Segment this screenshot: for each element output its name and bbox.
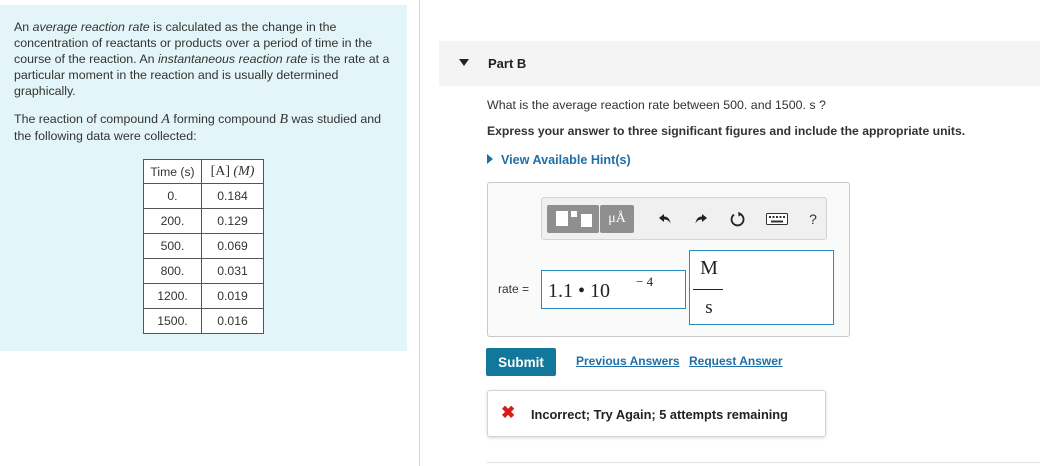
table-row: 0. 0.184 [143, 183, 264, 209]
undo-icon[interactable] [652, 205, 678, 233]
problem-intro-panel: An average reaction rate is calculated a… [0, 5, 407, 351]
table-row: 800. 0.031 [143, 258, 264, 284]
templates-button[interactable] [547, 205, 599, 233]
collapse-caret-icon[interactable] [459, 59, 469, 66]
time-cell: 1200. [143, 283, 202, 309]
redo-icon[interactable] [688, 205, 714, 233]
template-block-icon [556, 211, 568, 226]
request-answer-link[interactable]: Request Answer [689, 354, 783, 368]
conc-header-unit: (M) [233, 163, 255, 179]
previous-answers-link[interactable]: Previous Answers [576, 354, 680, 368]
time-cell: 0. [143, 183, 202, 209]
intro-emphasis-term: average reaction rate [32, 20, 150, 34]
table-body: 0. 0.184 200. 0.129 500. 0.069 800. 0.031 1200. 0… [143, 183, 264, 334]
time-cell: 500. [143, 233, 202, 259]
time-cell: 800. [143, 258, 202, 284]
intro-paragraph-2: The reaction of compound A forming compo… [14, 111, 394, 144]
feedback-box: ✖ Incorrect; Try Again; 5 attempts remai… [487, 390, 826, 437]
reset-icon[interactable] [725, 205, 751, 233]
intro-p2-before: The reaction of compound [14, 112, 162, 126]
rate-units-input[interactable]: M s [689, 250, 834, 325]
units-button[interactable]: μÅ [600, 205, 634, 233]
concentration-cell: 0.184 [201, 183, 264, 209]
expand-caret-icon [487, 154, 493, 164]
part-title: Part B [488, 56, 527, 71]
conc-header-symbol: [A] [210, 163, 231, 179]
compound-b-symbol: B [279, 112, 289, 127]
concentration-cell: 0.016 [201, 308, 264, 334]
fraction-bar [693, 289, 723, 290]
intro-text-run: An [14, 20, 33, 34]
rate-label: rate = [498, 282, 530, 296]
intro-p2-middle: forming compound [169, 112, 280, 126]
time-cell: 200. [143, 208, 202, 234]
unit-denominator: s [705, 297, 713, 318]
math-toolbar: μÅ ? [541, 197, 827, 240]
table-row: 1200. 0.019 [143, 283, 264, 309]
submit-button[interactable]: Submit [486, 348, 556, 376]
feedback-message: Incorrect; Try Again; 5 attempts remaini… [531, 407, 788, 422]
table-row: 500. 0.069 [143, 233, 264, 259]
intro-text: An average reaction rate is calculated a… [14, 19, 394, 156]
help-icon[interactable]: ? [800, 205, 826, 233]
concentration-cell: 0.129 [201, 208, 264, 234]
value-exponent: − 4 [636, 274, 654, 289]
answer-entry-box: μÅ ? rate = 1.1 • 10 − 4 M s [487, 182, 850, 337]
instruction-text: Express your answer to three significant… [487, 124, 966, 138]
template-block-icon-2 [581, 214, 592, 227]
compound-a-symbol: A [161, 112, 170, 127]
time-cell: 1500. [143, 308, 202, 334]
table-header-row: Time (s) [A] (M) [143, 159, 264, 184]
time-column-header: Time (s) [143, 159, 202, 184]
rate-value-input[interactable]: 1.1 • 10 − 4 [541, 270, 686, 309]
question-text: What is the average reaction rate betwee… [487, 98, 826, 112]
concentration-cell: 0.019 [201, 283, 264, 309]
kinetics-data-table: Time (s) [A] (M) 0. 0.184 200. 0.129 500. 0.0… [143, 159, 264, 334]
intro-paragraph-1: An average reaction rate is calculated a… [14, 19, 394, 99]
view-hints-link[interactable]: View Available Hint(s) [487, 153, 631, 169]
concentration-cell: 0.069 [201, 233, 264, 259]
keyboard-icon[interactable] [762, 205, 792, 233]
hint-link-label: View Available Hint(s) [501, 153, 631, 167]
concentration-cell: 0.031 [201, 258, 264, 284]
value-mantissa: 1.1 • 10 [548, 280, 611, 302]
concentration-column-header: [A] (M) [201, 159, 264, 184]
section-divider [487, 462, 1040, 463]
incorrect-x-icon: ✖ [501, 403, 516, 422]
table-row: 200. 0.129 [143, 208, 264, 234]
table-row: 1500. 0.016 [143, 308, 264, 334]
unit-numerator: M [700, 257, 718, 279]
column-divider [419, 0, 420, 466]
intro-emphasis-term: instantaneous reaction rate [157, 52, 308, 66]
part-b-header[interactable]: Part B [439, 41, 1040, 86]
template-superscript-icon [571, 211, 577, 217]
